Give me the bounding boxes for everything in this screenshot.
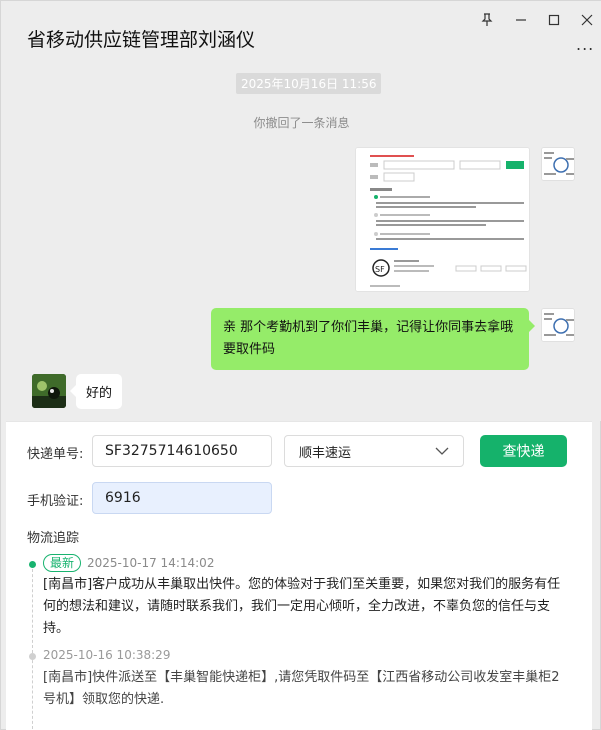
- event-time: 2025-10-16 10:38:29: [43, 648, 171, 662]
- timeline-line: [32, 569, 33, 729]
- contact-avatar[interactable]: [32, 374, 66, 408]
- minimize-icon[interactable]: [510, 9, 532, 31]
- recall-notice: 你撤回了一条消息: [253, 116, 350, 130]
- my-message-bubble[interactable]: 亲 那个考勤机到了你们丰巢，记得让你同事去拿哦 要取件码: [211, 308, 535, 370]
- title-bar: 省移动供应链管理部刘涵仪 ...: [1, 1, 601, 67]
- chat-title: 省移动供应链管理部刘涵仪: [27, 29, 256, 51]
- search-tracking-button[interactable]: 查快递: [480, 435, 567, 467]
- message-timestamp: 2025年10月16日 11:56: [236, 73, 382, 94]
- event-time: 2025-10-17 14:14:02: [87, 556, 215, 570]
- tracking-number-input[interactable]: SF3275714610650: [92, 435, 272, 467]
- chat-window: 省移动供应链管理部刘涵仪 ... 2025年10月16日 11:56 你撤回了一…: [0, 0, 601, 730]
- carrier-select-value: 顺丰速运: [299, 445, 352, 461]
- chevron-down-icon: [435, 444, 449, 459]
- message-list[interactable]: 2025年10月16日 11:56 你撤回了一条消息 SF 亲 那个考勤机到了你…: [1, 67, 601, 421]
- tracking-number-label: 快递单号:: [27, 447, 84, 462]
- timeline-dot-latest: [29, 561, 36, 568]
- close-icon[interactable]: [576, 9, 598, 31]
- svg-text:SF: SF: [375, 265, 385, 274]
- maximize-icon[interactable]: [543, 9, 565, 31]
- tracking-section-title: 物流追踪: [27, 531, 80, 546]
- latest-badge: 最新: [43, 554, 82, 572]
- more-options-icon[interactable]: ...: [576, 35, 594, 54]
- avatar[interactable]: [541, 308, 575, 342]
- timeline-dot: [29, 653, 36, 660]
- contact-message-text: 好的: [86, 386, 113, 401]
- contact-message-bubble[interactable]: 好的: [69, 374, 123, 409]
- carrier-select[interactable]: 顺丰速运: [284, 435, 464, 467]
- avatar[interactable]: [541, 147, 575, 181]
- phone-verify-label: 手机验证:: [27, 494, 84, 509]
- phone-verify-input[interactable]: 6916: [92, 482, 272, 514]
- my-message-text: 亲 那个考勤机到了你们丰巢，记得让你同事去拿哦 要取件码: [223, 320, 514, 357]
- event-text: [南昌市]客户成功从丰巢取出快件。您的体验对于我们至关重要，如果您对我们的服务有…: [43, 577, 561, 636]
- event-text: [南昌市]快件派送至【丰巢智能快递柜】,请您凭取件码至【江西省移动公司收发室丰巢…: [43, 670, 560, 707]
- pin-icon[interactable]: [476, 9, 498, 31]
- screenshot-image-message[interactable]: SF: [355, 147, 530, 292]
